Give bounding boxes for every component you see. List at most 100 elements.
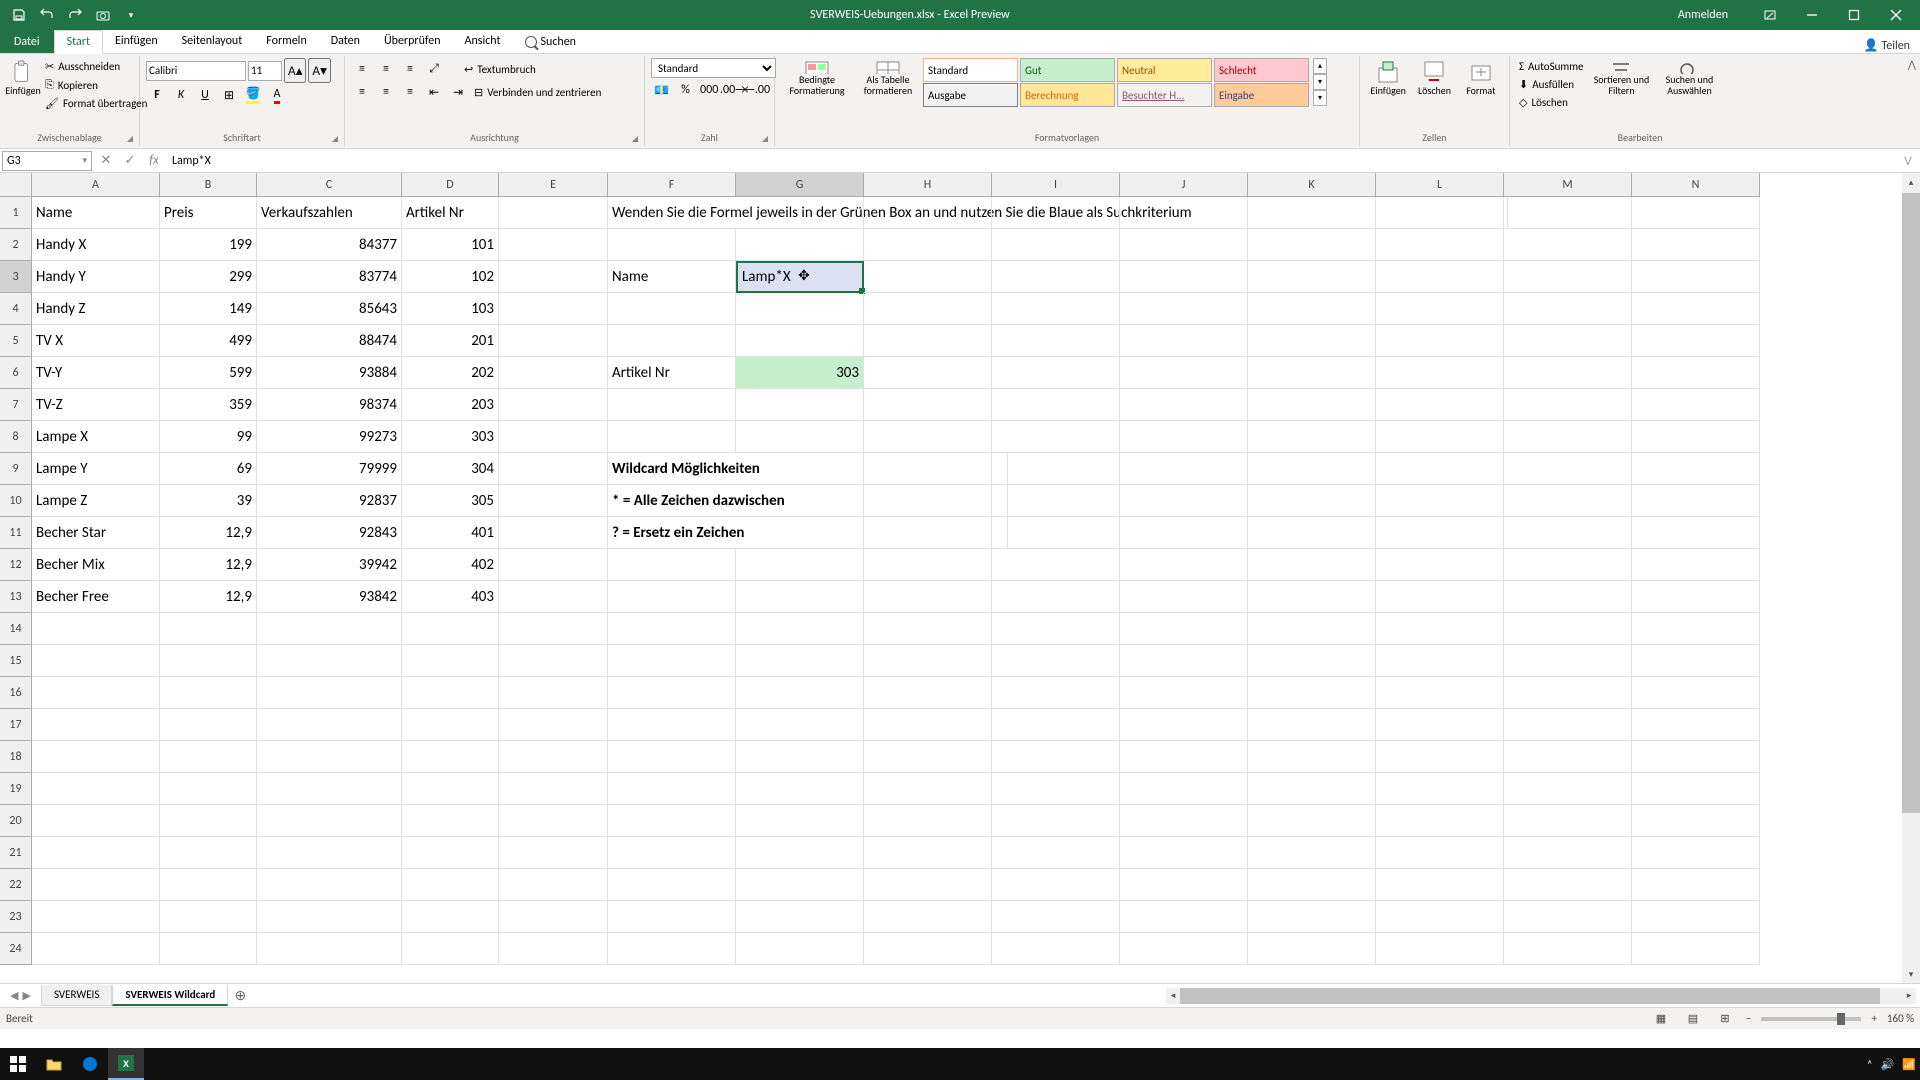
cell-F24[interactable] (608, 933, 736, 965)
cell-G16[interactable] (736, 677, 864, 709)
cell-H12[interactable] (864, 549, 992, 581)
cell-B9[interactable]: 69 (160, 453, 257, 485)
cell-C15[interactable] (257, 645, 402, 677)
cell-E22[interactable] (499, 869, 608, 901)
cell-E4[interactable] (499, 293, 608, 325)
cell-B20[interactable] (160, 805, 257, 837)
cell-C4[interactable]: 85643 (257, 293, 402, 325)
fill-color-button[interactable]: 🪣 (242, 84, 264, 106)
row-header-16[interactable]: 16 (0, 677, 32, 709)
cell-M17[interactable] (1504, 709, 1632, 741)
save-icon[interactable] (8, 4, 30, 26)
cell-H16[interactable] (864, 677, 992, 709)
launcher-icon[interactable]: ◢ (332, 134, 338, 144)
cell-E8[interactable] (499, 421, 608, 453)
cell-D8[interactable]: 303 (402, 421, 499, 453)
cell-K4[interactable] (1248, 293, 1376, 325)
signin-link[interactable]: Anmelden (1678, 8, 1728, 22)
ribbon-tab-ansicht[interactable]: Ansicht (453, 30, 513, 52)
cut-button[interactable]: ✂Ausschneiden (42, 58, 150, 75)
cell-M1[interactable] (1504, 197, 1632, 229)
cell-I15[interactable] (992, 645, 1120, 677)
cell-M13[interactable] (1504, 581, 1632, 613)
cell-D20[interactable] (402, 805, 499, 837)
cell-K16[interactable] (1248, 677, 1376, 709)
cell-B21[interactable] (160, 837, 257, 869)
cell-F3[interactable]: Name (608, 261, 736, 293)
normal-view-button[interactable]: ▦ (1650, 1010, 1672, 1028)
cell-A18[interactable] (32, 741, 160, 773)
cell-H13[interactable] (864, 581, 992, 613)
cell-K5[interactable] (1248, 325, 1376, 357)
row-header-19[interactable]: 19 (0, 773, 32, 805)
cell-E21[interactable] (499, 837, 608, 869)
row-header-12[interactable]: 12 (0, 549, 32, 581)
wrap-text-button[interactable]: ↩Textumbruch (461, 61, 539, 78)
camera-icon[interactable] (92, 4, 114, 26)
cell-G22[interactable] (736, 869, 864, 901)
cancel-formula-button[interactable]: ✕ (94, 151, 118, 171)
cell-A6[interactable]: TV-Y (32, 357, 160, 389)
speaker-icon[interactable]: 🔊 (1881, 1058, 1895, 1071)
cell-L15[interactable] (1376, 645, 1504, 677)
col-header-F[interactable]: F (608, 173, 736, 197)
cell-M20[interactable] (1504, 805, 1632, 837)
cell-G11[interactable] (736, 517, 864, 549)
cell-B15[interactable] (160, 645, 257, 677)
cell-B3[interactable]: 299 (160, 261, 257, 293)
row-header-23[interactable]: 23 (0, 901, 32, 933)
cell-D14[interactable] (402, 613, 499, 645)
cell-N2[interactable] (1632, 229, 1760, 261)
row-header-7[interactable]: 7 (0, 389, 32, 421)
cell-N8[interactable] (1632, 421, 1760, 453)
row-header-1[interactable]: 1 (0, 197, 32, 229)
cell-H17[interactable] (864, 709, 992, 741)
cell-M23[interactable] (1504, 901, 1632, 933)
cell-K2[interactable] (1248, 229, 1376, 261)
row-header-4[interactable]: 4 (0, 293, 32, 325)
cell-K3[interactable] (1248, 261, 1376, 293)
col-header-J[interactable]: J (1120, 173, 1248, 197)
cell-G10[interactable] (736, 485, 864, 517)
cell-G15[interactable] (736, 645, 864, 677)
cell-K17[interactable] (1248, 709, 1376, 741)
zoom-slider[interactable] (1761, 1017, 1861, 1021)
cell-L11[interactable] (1376, 517, 1504, 549)
cell-J8[interactable] (1120, 421, 1248, 453)
cell-D11[interactable]: 401 (402, 517, 499, 549)
cell-N10[interactable] (1632, 485, 1760, 517)
cell-C23[interactable] (257, 901, 402, 933)
cell-L19[interactable] (1376, 773, 1504, 805)
cell-F16[interactable] (608, 677, 736, 709)
cell-E10[interactable] (499, 485, 608, 517)
spreadsheet-grid[interactable]: ABCDEFGHIJKLMN 1234567891011121314151617… (0, 173, 1920, 983)
zoom-out-button[interactable]: − (1746, 1012, 1751, 1025)
cell-F14[interactable] (608, 613, 736, 645)
cell-C5[interactable]: 88474 (257, 325, 402, 357)
start-button[interactable] (0, 1048, 36, 1080)
cell-J15[interactable] (1120, 645, 1248, 677)
underline-button[interactable]: U (194, 84, 216, 106)
row-header-11[interactable]: 11 (0, 517, 32, 549)
col-header-K[interactable]: K (1248, 173, 1376, 197)
cell-L20[interactable] (1376, 805, 1504, 837)
cell-H3[interactable] (864, 261, 992, 293)
merge-center-button[interactable]: ⊟Verbinden und zentrieren (471, 84, 604, 101)
cell-N7[interactable] (1632, 389, 1760, 421)
cell-J2[interactable] (1120, 229, 1248, 261)
insert-cells-button[interactable]: Einfügen (1366, 58, 1410, 98)
formula-input[interactable]: Lamp*X (166, 154, 1896, 168)
cell-D6[interactable]: 202 (402, 357, 499, 389)
cell-A21[interactable] (32, 837, 160, 869)
cell-F7[interactable] (608, 389, 736, 421)
search-tab[interactable]: Suchen (513, 30, 588, 53)
style-eingabe[interactable]: Eingabe (1214, 83, 1309, 107)
cell-F20[interactable] (608, 805, 736, 837)
style-schlecht[interactable]: Schlecht (1214, 58, 1309, 82)
cell-H1[interactable] (864, 197, 992, 229)
cell-I16[interactable] (992, 677, 1120, 709)
cell-D5[interactable]: 201 (402, 325, 499, 357)
style-besuchter[interactable]: Besuchter H... (1117, 83, 1212, 107)
cell-M8[interactable] (1504, 421, 1632, 453)
cell-J10[interactable] (1120, 485, 1248, 517)
